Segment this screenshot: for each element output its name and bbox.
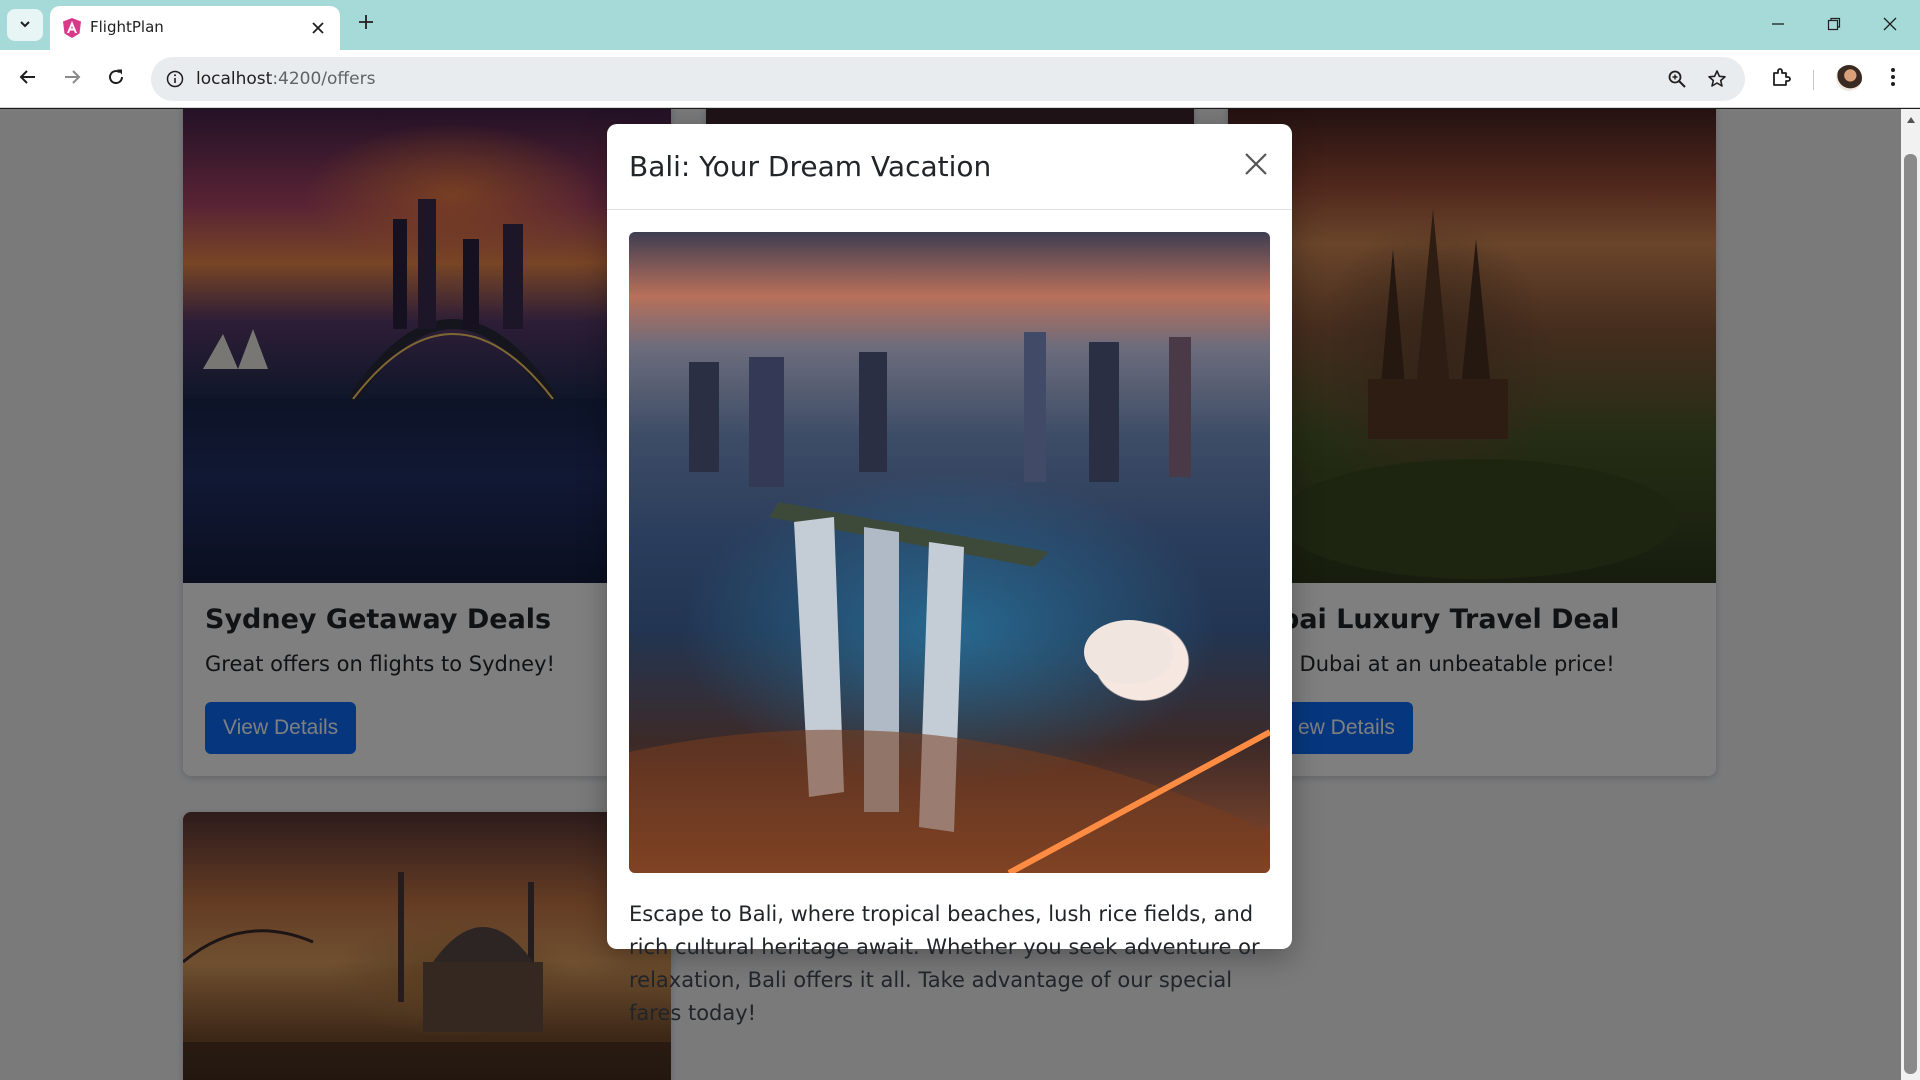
back-arrow-icon: [19, 68, 37, 90]
chevron-down-icon: [18, 16, 32, 35]
tab-strip: FlightPlan: [0, 0, 1920, 50]
zoom-icon[interactable]: [1665, 67, 1689, 91]
triangle-up-icon: [1906, 109, 1916, 128]
browser-menu-button[interactable]: [1877, 63, 1909, 95]
extensions-button[interactable]: [1765, 63, 1797, 95]
reload-button[interactable]: [100, 63, 132, 95]
plus-icon: [358, 14, 374, 34]
modal-description: Escape to Bali, where tropical beaches, …: [629, 902, 1260, 1025]
scroll-up-arrow[interactable]: [1901, 109, 1920, 128]
restore-button[interactable]: [1806, 0, 1862, 50]
restore-icon: [1827, 16, 1841, 35]
close-icon[interactable]: [308, 18, 328, 38]
url-host: localhost: [196, 69, 273, 89]
page-viewport: Sydney Getaway Deals Great offers on fli…: [0, 109, 1901, 1080]
minimize-icon: [1771, 16, 1785, 35]
page-scrollbar[interactable]: [1901, 109, 1920, 1080]
close-icon: [1883, 16, 1897, 35]
close-icon[interactable]: [1236, 144, 1276, 184]
tab-search-button[interactable]: [7, 9, 43, 41]
browser-tab[interactable]: FlightPlan: [50, 6, 340, 50]
url-text: localhost:4200/offers: [196, 69, 375, 89]
angular-icon: [62, 17, 82, 39]
forward-button[interactable]: [56, 63, 88, 95]
kebab-menu-icon: [1890, 67, 1896, 91]
forward-arrow-icon: [63, 68, 81, 90]
toolbar-divider: [1813, 70, 1814, 90]
star-icon[interactable]: [1705, 67, 1729, 91]
modal-header: Bali: Your Dream Vacation: [607, 124, 1292, 210]
offer-modal: Bali: Your Dream Vacation Escape to Bali…: [607, 124, 1292, 1025]
back-button[interactable]: [12, 63, 44, 95]
url-path: :4200/offers: [272, 69, 376, 89]
puzzle-icon: [1770, 66, 1792, 92]
info-icon[interactable]: [163, 67, 187, 91]
tab-title: FlightPlan: [90, 18, 164, 36]
scrollbar-thumb[interactable]: [1904, 154, 1917, 1074]
browser-toolbar: localhost:4200/offers: [0, 50, 1920, 108]
close-window-button[interactable]: [1862, 0, 1918, 50]
reload-icon: [107, 68, 125, 90]
modal-title: Bali: Your Dream Vacation: [629, 150, 992, 183]
destination-image: [629, 232, 1270, 873]
minimize-button[interactable]: [1750, 0, 1806, 50]
new-tab-button[interactable]: [352, 10, 380, 38]
avatar[interactable]: [1836, 65, 1862, 91]
address-bar[interactable]: localhost:4200/offers: [151, 57, 1745, 101]
